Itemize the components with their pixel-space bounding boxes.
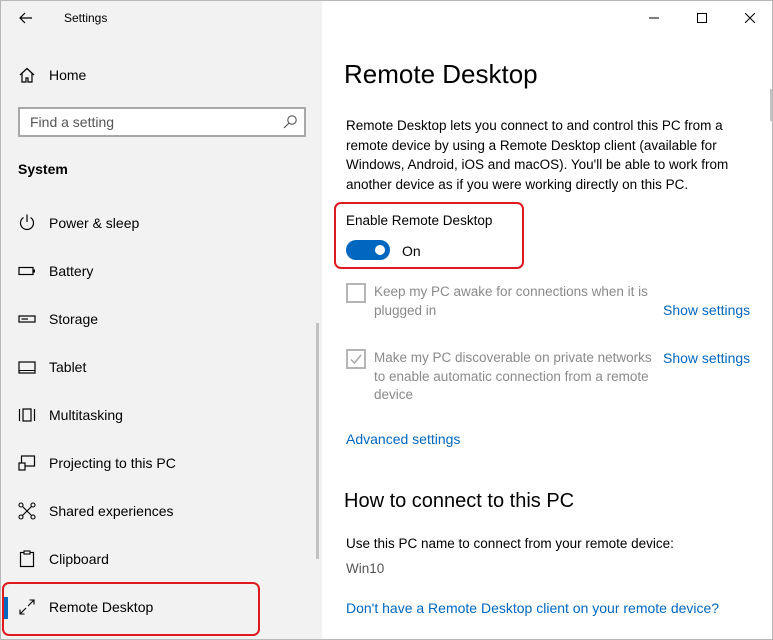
minimize-icon: [649, 17, 659, 19]
close-icon: [745, 13, 755, 23]
home-label: Home: [49, 67, 87, 83]
section-label-system: System: [18, 161, 68, 177]
shared-experiences-icon: [18, 502, 36, 520]
maximize-icon: [697, 13, 707, 23]
discoverable-show-settings-link[interactable]: Show settings: [663, 350, 750, 366]
sidebar-item-label: Shared experiences: [49, 503, 174, 519]
sidebar-item-label: Multitasking: [49, 407, 123, 423]
sidebar-item-battery[interactable]: Battery: [1, 249, 322, 293]
sidebar-item-projecting[interactable]: Projecting to this PC: [1, 441, 322, 485]
sidebar-scrollbar[interactable]: [316, 323, 319, 559]
storage-icon: [18, 315, 36, 323]
search-input[interactable]: [20, 109, 270, 135]
advanced-settings-link[interactable]: Advanced settings: [346, 431, 460, 447]
maximize-button[interactable]: [678, 1, 726, 35]
home-icon: [19, 67, 35, 83]
multitasking-icon: [18, 408, 36, 422]
close-button[interactable]: [726, 1, 772, 35]
use-pc-name-text: Use this PC name to connect from your re…: [346, 536, 674, 551]
minimize-button[interactable]: [630, 1, 678, 35]
power-icon: [19, 214, 35, 231]
sidebar-item-power-sleep[interactable]: Power & sleep: [1, 201, 322, 245]
main-content: Remote Desktop Remote Desktop lets you c…: [322, 1, 772, 639]
home-item[interactable]: Home: [1, 59, 322, 91]
pc-name-value: Win10: [346, 561, 385, 576]
search-icon[interactable]: [282, 114, 298, 130]
checkmark-icon: [350, 354, 362, 365]
sidebar-item-tablet[interactable]: Tablet: [1, 345, 322, 389]
discoverable-checkbox[interactable]: [346, 349, 366, 369]
back-arrow-icon: [19, 12, 32, 24]
sidebar-item-storage[interactable]: Storage: [1, 297, 322, 341]
keep-awake-checkbox[interactable]: [346, 283, 366, 303]
sidebar-item-label: Power & sleep: [49, 215, 140, 231]
back-button[interactable]: [11, 5, 41, 31]
sidebar-item-label: Projecting to this PC: [49, 455, 176, 471]
discoverable-text: Make my PC discoverable on private netwo…: [374, 350, 652, 402]
client-link[interactable]: Don't have a Remote Desktop client on yo…: [346, 600, 719, 616]
highlight-box-remote-desktop: [2, 582, 260, 636]
sidebar: Settings Home System Power & sleep: [1, 1, 322, 639]
sidebar-item-label: Storage: [49, 311, 99, 327]
title-bar: Settings: [1, 1, 322, 35]
sidebar-item-label: Clipboard: [49, 551, 109, 567]
how-to-connect-heading: How to connect to this PC: [344, 490, 575, 512]
highlight-box-enable: [334, 202, 524, 269]
page-title: Remote Desktop: [344, 59, 538, 89]
clipboard-icon: [19, 550, 35, 568]
sidebar-item-shared-experiences[interactable]: Shared experiences: [1, 489, 322, 533]
app-title: Settings: [64, 11, 108, 25]
battery-icon: [18, 266, 35, 276]
content-scrollbar[interactable]: [770, 89, 772, 121]
keep-awake-show-settings-link[interactable]: Show settings: [663, 302, 750, 318]
sidebar-item-label: Battery: [49, 263, 94, 279]
settings-window: Settings Home System Power & sleep: [0, 0, 773, 640]
sidebar-item-multitasking[interactable]: Multitasking: [1, 393, 322, 437]
window-controls: [630, 1, 772, 35]
search-box[interactable]: [18, 107, 306, 137]
description-text: Remote Desktop lets you connect to and c…: [346, 118, 729, 192]
sidebar-item-clipboard[interactable]: Clipboard: [1, 537, 322, 581]
tablet-icon: [18, 361, 36, 374]
sidebar-item-label: Tablet: [49, 359, 87, 375]
projecting-icon: [18, 455, 36, 471]
keep-awake-text: Keep my PC awake for connections when it…: [374, 284, 648, 318]
